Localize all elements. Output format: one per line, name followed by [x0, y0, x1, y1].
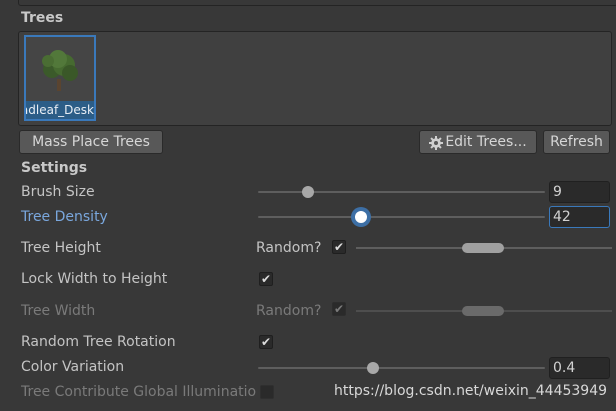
- tree-width-label: Tree Width: [21, 303, 96, 319]
- previous-panel-edge: [18, 0, 616, 6]
- settings-section-title: Settings: [21, 160, 88, 176]
- checkmark-icon: ✔: [333, 240, 345, 254]
- random-rotation-label: Random Tree Rotation: [21, 334, 176, 350]
- tree-density-field[interactable]: 42: [549, 206, 610, 228]
- tree-density-slider-thumb[interactable]: [355, 211, 367, 223]
- brush-size-field[interactable]: 9: [549, 181, 610, 203]
- tree-prototype-item[interactable]: adleaf_Desk: [24, 35, 96, 121]
- tree-prototype-list[interactable]: [18, 31, 612, 126]
- gear-icon: [429, 136, 443, 150]
- mass-place-trees-button[interactable]: Mass Place Trees: [19, 130, 163, 154]
- tree-width-random-label: Random?: [256, 303, 322, 319]
- brush-size-label: Brush Size: [21, 184, 95, 200]
- checkmark-icon: ✔: [260, 272, 272, 286]
- checkmark-icon: ✔: [333, 302, 345, 316]
- brush-size-slider-thumb[interactable]: [302, 186, 314, 198]
- color-variation-slider-track[interactable]: [258, 367, 545, 369]
- lock-width-checkbox[interactable]: ✔: [259, 272, 273, 286]
- tree-height-label: Tree Height: [21, 240, 101, 256]
- tree-width-range-thumb: [462, 306, 504, 316]
- tree-height-range-thumb[interactable]: [462, 243, 504, 253]
- contribute-gi-checkbox: [260, 385, 274, 399]
- tree-preview-icon: [42, 50, 78, 91]
- tree-width-random-checkbox: ✔: [332, 302, 346, 316]
- checkmark-icon: ✔: [260, 335, 272, 349]
- tree-density-slider-track[interactable]: [258, 216, 545, 218]
- tree-height-random-checkbox[interactable]: ✔: [332, 240, 346, 254]
- tree-height-random-label: Random?: [256, 240, 322, 256]
- watermark-text: https://blog.csdn.net/weixin_44453949: [334, 383, 608, 399]
- refresh-button[interactable]: Refresh: [543, 130, 610, 154]
- color-variation-slider-thumb[interactable]: [367, 362, 379, 374]
- lock-width-label: Lock Width to Height: [21, 271, 168, 287]
- contribute-gi-label: Tree Contribute Global Illuminatio: [21, 384, 257, 400]
- color-variation-label: Color Variation: [21, 359, 125, 375]
- tree-item-caption: adleaf_Desk: [26, 101, 94, 119]
- edit-trees-label: Edit Trees...: [445, 134, 527, 150]
- color-variation-field[interactable]: 0.4: [549, 357, 610, 379]
- edit-trees-button[interactable]: Edit Trees...: [419, 130, 537, 154]
- trees-section-title: Trees: [21, 10, 64, 26]
- tree-density-label: Tree Density: [21, 209, 108, 225]
- random-rotation-checkbox[interactable]: ✔: [259, 335, 273, 349]
